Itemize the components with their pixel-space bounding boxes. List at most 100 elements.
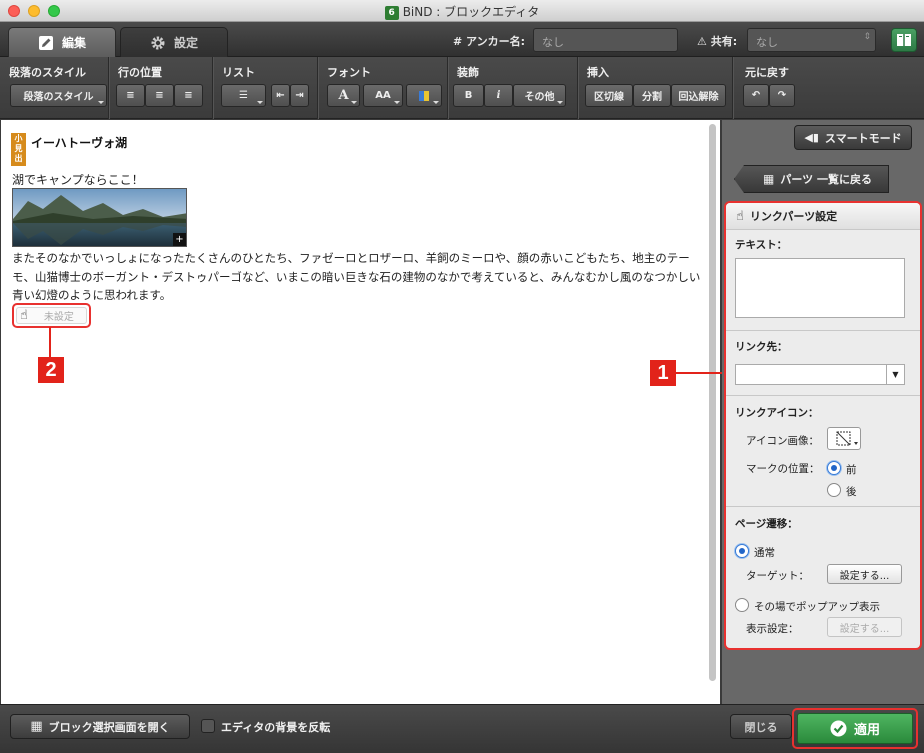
icon-image-picker[interactable]: [827, 427, 861, 450]
link-target-label: リンク先：: [735, 341, 788, 353]
parts-settings-panel: ◀▮ スマートモード ▦ パーツ 一覧に戻る ☝ リンクパーツ設定 テキスト： …: [722, 120, 924, 704]
list-group: リスト ☰ ⇤ ⇥: [213, 57, 318, 119]
paragraph-style-button[interactable]: 段落のスタイル: [10, 84, 107, 107]
wrap-cancel-label: 回込解除: [678, 92, 719, 103]
smart-mode-button[interactable]: ◀▮ スマートモード: [794, 125, 912, 150]
display-settings-button-label: 設定する...: [839, 623, 890, 635]
undo-button[interactable]: ↶: [743, 84, 769, 107]
popup-label: その場でポップアップ表示: [754, 601, 880, 613]
font-face-button[interactable]: A: [327, 84, 360, 107]
link-part-status: 未設定: [43, 312, 74, 323]
chevron-updown-icon: ⇕: [863, 32, 871, 42]
align-left-button[interactable]: ≡: [116, 84, 145, 107]
close-label: 閉じる: [744, 720, 778, 734]
align-right-button[interactable]: ≡: [174, 84, 203, 107]
target-set-label: 設定する...: [839, 570, 890, 582]
decoration-group: 装飾 B i その他: [448, 57, 578, 119]
icon-image-label: アイコン画像：: [746, 435, 819, 447]
anchor-name-label: # アンカー名:: [453, 35, 526, 48]
font-color-button[interactable]: [406, 84, 442, 107]
callout-2: 2: [38, 357, 64, 383]
undo-group: 元に戻す ↶ ↷: [733, 57, 924, 119]
redo-button[interactable]: ↷: [769, 84, 795, 107]
image-edit-icon[interactable]: +: [173, 233, 186, 246]
italic-button[interactable]: i: [484, 84, 513, 107]
display-settings-button[interactable]: 設定する...: [827, 617, 902, 637]
grid-icon: ▦: [30, 719, 43, 734]
bullet-list-icon: ☰: [239, 90, 248, 101]
no-image-icon: [836, 431, 858, 446]
share-select-value: なし: [756, 36, 778, 49]
popup-radio[interactable]: [735, 598, 749, 612]
paragraph-style-button-label: 段落のスタイル: [23, 92, 94, 103]
manual-book-button[interactable]: [891, 28, 917, 52]
editor-scrollbar[interactable]: [707, 122, 717, 682]
editor-canvas[interactable]: 小見出 イーハトーヴォ湖 湖でキャンプならここ！ + またそのなかでいっしょにな…: [1, 120, 720, 704]
subheading-badge: 小見出: [11, 133, 26, 166]
lake-landscape-image: [13, 189, 186, 246]
window-title-bar: 6 BiND : ブロックエディタ: [0, 0, 924, 22]
insert-label: 挿入: [587, 66, 609, 79]
target-set-button[interactable]: 設定する...: [827, 564, 902, 584]
list-label: リスト: [222, 66, 255, 79]
link-part-settings: ☝ リンクパーツ設定 テキスト： リンク先： ▼ リンクアイコン： アイコン画像…: [724, 201, 922, 650]
anchor-name-field[interactable]: なし: [533, 28, 678, 52]
invert-background-checkbox[interactable]: [201, 719, 215, 733]
scroll-thumb[interactable]: [709, 124, 716, 681]
split-button[interactable]: 分割: [633, 84, 671, 107]
normal-label: 通常: [754, 547, 775, 559]
font-size-button[interactable]: AA: [363, 84, 403, 107]
editor-header: 編集 設定 # アンカー名: なし ⚠︎ 共有: なし ⇕: [0, 22, 924, 57]
mark-before-label: 前: [846, 464, 857, 476]
separator: [726, 506, 920, 507]
chevron-down-icon: ▼: [886, 365, 904, 384]
indent-button[interactable]: ⇥: [290, 84, 309, 107]
bold-button-label: B: [464, 90, 473, 101]
line-position-label: 行の位置: [118, 66, 162, 79]
decoration-label: 装飾: [457, 66, 479, 79]
tab-edit[interactable]: 編集: [8, 27, 116, 57]
share-label-text: 共有:: [710, 35, 738, 48]
link-text-input[interactable]: [735, 258, 905, 318]
back-to-parts-button[interactable]: ▦ パーツ 一覧に戻る: [734, 165, 889, 193]
apply-button[interactable]: 適用: [797, 713, 913, 744]
color-palette-icon: [419, 90, 429, 101]
insert-separator-button[interactable]: 区切線: [585, 84, 633, 107]
normal-radio[interactable]: [735, 544, 749, 558]
invert-background-label: エディタの背景を反転: [221, 721, 331, 734]
open-block-select-button[interactable]: ▦ ブロック選択画面を開く: [10, 714, 190, 739]
close-button[interactable]: 閉じる: [730, 714, 792, 739]
body-paragraph[interactable]: またそのなかでいっしょになったたくさんのひとたち、ファゼーロとロザーロ、羊飼のミ…: [12, 249, 702, 305]
line-position-group: 行の位置 ≡ ≡ ≡: [109, 57, 213, 119]
tab-settings-label: 設定: [173, 36, 198, 50]
tab-settings[interactable]: 設定: [120, 27, 228, 57]
italic-button-label: i: [496, 90, 501, 101]
mark-position-label: マークの位置：: [746, 463, 820, 475]
wrap-cancel-button[interactable]: 回込解除: [671, 84, 726, 107]
undo-label: 元に戻す: [745, 66, 789, 79]
link-target-select[interactable]: ▼: [735, 364, 905, 385]
bold-button[interactable]: B: [453, 84, 484, 107]
back-to-parts-label: パーツ 一覧に戻る: [780, 173, 872, 186]
lead-paragraph[interactable]: 湖でキャンプならここ！: [12, 171, 144, 188]
share-select[interactable]: なし ⇕: [747, 28, 876, 52]
smart-mode-label: スマートモード: [824, 131, 902, 145]
target-label: ターゲット：: [746, 570, 809, 582]
lake-photo[interactable]: +: [12, 188, 187, 247]
insert-separator-label: 区切線: [594, 92, 624, 103]
display-settings-label: 表示設定：: [746, 623, 799, 635]
decoration-other-button[interactable]: その他: [513, 84, 566, 107]
align-center-button[interactable]: ≡: [145, 84, 174, 107]
mark-after-radio[interactable]: [827, 483, 841, 497]
callout-1: 1: [650, 360, 676, 386]
link-icon-label: リンクアイコン：: [735, 407, 819, 419]
outdent-button[interactable]: ⇤: [271, 84, 290, 107]
paragraph-style-group: 段落のスタイル 段落のスタイル: [0, 57, 109, 119]
mark-before-radio[interactable]: [827, 461, 841, 475]
apply-label: 適用: [853, 723, 880, 738]
pointing-hand-icon: ☝: [20, 308, 28, 323]
mark-after-label: 後: [846, 486, 857, 498]
subheading-text[interactable]: イーハトーヴォ湖: [31, 134, 127, 151]
list-button[interactable]: ☰: [221, 84, 266, 107]
link-part-button[interactable]: ☝ 未設定: [16, 307, 87, 324]
